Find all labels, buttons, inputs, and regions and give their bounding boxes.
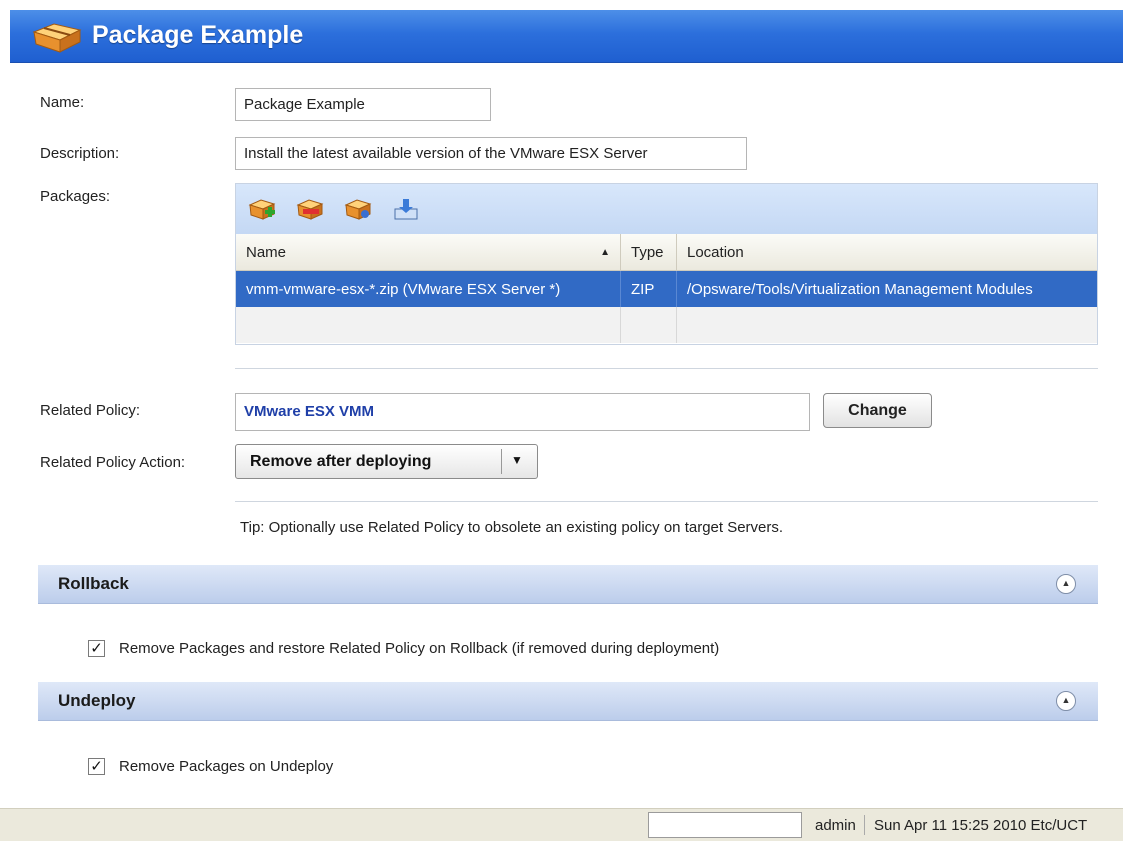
package-box-icon xyxy=(32,23,82,53)
section-title: Rollback xyxy=(58,574,129,593)
column-header-name[interactable]: Name ▲ xyxy=(236,234,621,271)
rollback-checkbox[interactable]: ✓ xyxy=(88,640,105,657)
packages-toolbar xyxy=(236,184,1097,234)
sort-ascending-icon: ▲ xyxy=(600,246,610,258)
chevron-down-icon[interactable]: ▼ xyxy=(511,453,523,467)
checkbox-label: Remove Packages and restore Related Poli… xyxy=(119,640,720,657)
cell-name: vmm-vmware-esx-*.zip (VMware ESX Server … xyxy=(236,270,621,307)
remove-package-icon[interactable] xyxy=(295,195,325,223)
table-row[interactable]: vmm-vmware-esx-*.zip (VMware ESX Server … xyxy=(236,270,1097,307)
description-field[interactable]: Install the latest available version of … xyxy=(235,137,747,170)
related-policy-action-label: Related Policy Action: xyxy=(40,454,186,471)
title-bar: Package Example xyxy=(10,10,1123,63)
section-title: Undeploy xyxy=(58,691,136,710)
tip-text: Tip: Optionally use Related Policy to ob… xyxy=(240,519,784,536)
divider xyxy=(864,815,865,835)
description-label: Description: xyxy=(40,145,120,162)
section-header-rollback[interactable]: Rollback ▲ xyxy=(38,565,1098,604)
section-header-undeploy[interactable]: Undeploy ▲ xyxy=(38,682,1098,721)
related-policy-label: Related Policy: xyxy=(40,402,141,419)
change-button[interactable]: Change xyxy=(823,393,932,428)
divider xyxy=(235,501,1098,502)
packages-label: Packages: xyxy=(40,188,111,205)
table-row-empty xyxy=(236,307,1097,343)
column-header-type[interactable]: Type xyxy=(620,234,677,271)
related-policy-link[interactable]: VMware ESX VMM xyxy=(244,403,374,420)
status-bar: admin Sun Apr 11 15:25 2010 Etc/UCT xyxy=(0,808,1123,841)
divider xyxy=(235,368,1098,369)
status-user: admin xyxy=(815,817,856,834)
package-properties-icon[interactable] xyxy=(343,195,373,223)
cell-location: /Opsware/Tools/Virtualization Management… xyxy=(676,270,1097,307)
packages-panel: Name ▲ Type Location vmm-vmware-esx-*.zip… xyxy=(235,183,1098,345)
page-title: Package Example xyxy=(92,21,304,49)
undeploy-checkbox[interactable]: ✓ xyxy=(88,758,105,775)
cell-type: ZIP xyxy=(620,270,677,307)
name-label: Name: xyxy=(40,94,85,111)
related-policy-action-select[interactable]: Remove after deploying ▼ xyxy=(235,444,538,479)
double-chevron-up-icon[interactable]: ▲ xyxy=(1056,574,1076,594)
name-field[interactable]: Package Example xyxy=(235,88,491,121)
add-package-icon[interactable] xyxy=(247,195,277,223)
checkbox-label: Remove Packages on Undeploy xyxy=(119,758,334,775)
import-package-icon[interactable] xyxy=(391,195,421,223)
select-separator xyxy=(501,449,502,474)
status-field xyxy=(648,812,802,838)
select-value: Remove after deploying xyxy=(250,453,432,470)
related-policy-field[interactable]: VMware ESX VMM xyxy=(235,393,810,431)
column-header-location[interactable]: Location xyxy=(676,234,1097,271)
packages-table: Name ▲ Type Location vmm-vmware-esx-*.zip… xyxy=(236,234,1097,343)
status-datetime: Sun Apr 11 15:25 2010 Etc/UCT xyxy=(874,817,1088,834)
double-chevron-up-icon[interactable]: ▲ xyxy=(1056,691,1076,711)
